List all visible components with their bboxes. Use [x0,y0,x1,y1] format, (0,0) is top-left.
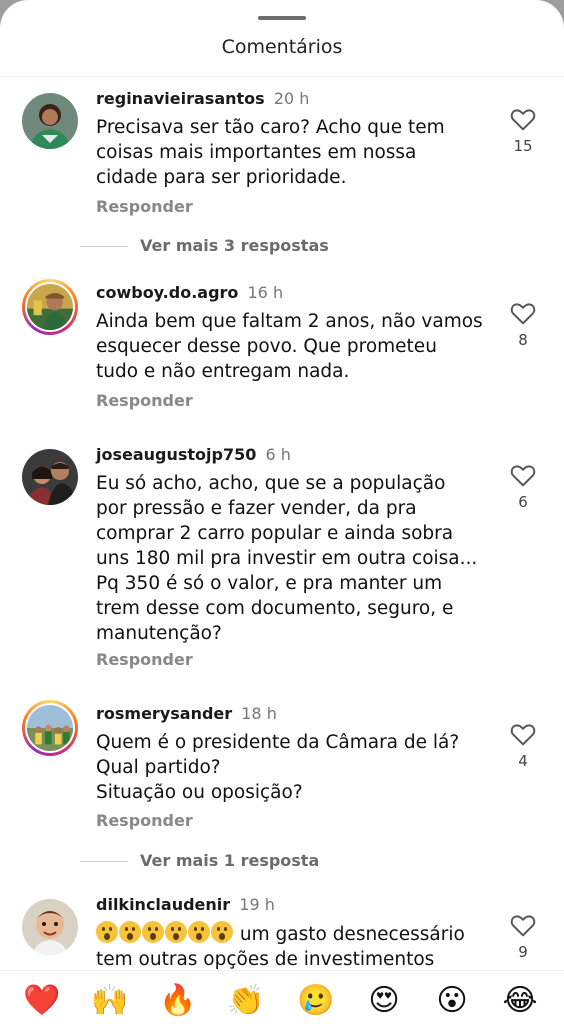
comment-text: Ainda bem que faltam 2 anos, não vamos e… [96,309,486,384]
username[interactable]: reginavieirasantos [96,89,265,108]
comment-header: cowboy.do.agro 16 h [96,283,283,302]
comment-header: reginavieirasantos 20 h [96,89,309,108]
comment-header: joseaugustojp750 6 h [96,445,291,464]
heart-icon[interactable] [510,463,536,487]
comment-header: rosmerysander 18 h [96,704,277,723]
like-group: 8 [508,301,538,349]
heart-icon[interactable] [510,301,536,325]
comment-line: trem desse com documento, seguro, e [96,598,454,619]
reaction-bar: ❤️ 🙌 🔥 👏 🥲 😍 😮 😂 [0,970,564,1024]
comment-line: Situação ou oposição? [96,782,303,803]
comment-text: Eu só acho, acho, que se a população por… [96,471,486,646]
comment-line: manutenção? [96,623,222,644]
like-group: 6 [508,463,538,511]
timestamp: 19 h [239,895,275,914]
reply-button[interactable]: Responder [96,811,193,830]
like-count: 8 [518,331,528,349]
crying-face-emoji[interactable]: 🥲 [297,982,335,1020]
comment-line: Eu só acho, acho, que se a população [96,473,446,494]
comment-line: tem outras opções de investimentos [96,949,435,970]
reply-button[interactable]: Responder [96,650,193,669]
timestamp: 6 h [265,445,291,464]
timestamp: 18 h [241,704,277,723]
avatar[interactable] [22,899,78,955]
avatar[interactable] [22,449,78,505]
face-with-open-mouth-icon [188,921,210,943]
username[interactable]: joseaugustojp750 [96,445,256,464]
face-with-open-mouth-emoji [96,921,234,945]
view-more-replies[interactable]: Ver mais 1 resposta [80,851,319,871]
comments-list[interactable]: reginavieirasantos 20 h Precisava ser tã… [0,77,564,970]
comment-line: cidade para ser prioridade. [96,167,347,188]
face-with-open-mouth-icon [211,921,233,943]
like-count: 4 [518,752,528,770]
red-heart-emoji[interactable]: ❤️ [23,982,61,1020]
tears-of-joy-emoji[interactable]: 😂 [501,982,539,1020]
comment-line: por pressão e fazer vender, da pra [96,498,417,519]
like-count: 15 [513,137,533,155]
comment-line: Ainda bem que faltam 2 anos, não vamos [96,311,483,332]
face-with-open-mouth-icon [96,921,118,943]
like-count: 6 [518,493,528,511]
like-count: 9 [518,943,528,961]
face-with-open-mouth-icon [119,921,141,943]
username[interactable]: cowboy.do.agro [96,283,238,302]
comment-line-text: um gasto desnecessário [239,924,465,945]
avatar[interactable] [22,279,78,335]
comment-line: Qual partido? [96,757,221,778]
view-more-replies-label: Ver mais 3 respostas [140,236,329,255]
comment-text: Quem é o presidente da Câmara de lá? Qua… [96,730,486,805]
view-more-replies[interactable]: Ver mais 3 respostas [80,236,329,256]
drag-handle[interactable] [258,16,306,20]
heart-icon[interactable] [510,913,536,937]
face-with-open-mouth-icon [142,921,164,943]
comment-line: esquecer desse povo. Que prometeu [96,336,437,357]
page-title: Comentários [221,36,343,58]
face-with-open-mouth-icon [165,921,187,943]
heart-icon[interactable] [510,722,536,746]
clapping-hands-emoji[interactable]: 👏 [227,982,265,1020]
reply-button[interactable]: Responder [96,391,193,410]
username[interactable]: dilkinclaudenir [96,895,230,914]
comment-line: Precisava ser tão caro? Acho que tem [96,117,445,138]
comment-line: Quem é o presidente da Câmara de lá? [96,732,460,753]
heart-eyes-emoji[interactable]: 😍 [365,982,403,1020]
raising-hands-emoji[interactable]: 🙌 [91,982,129,1020]
comment-line: Pq 350 é só o valor, e pra manter um [96,573,443,594]
avatar[interactable] [22,93,78,149]
comment-line: tudo e não entregam nada. [96,361,350,382]
fire-emoji[interactable]: 🔥 [159,982,197,1020]
timestamp: 16 h [247,283,284,302]
timestamp: 20 h [273,89,310,108]
reply-button[interactable]: Responder [96,197,193,216]
comment-header: dilkinclaudenir 19 h [96,895,275,914]
view-more-replies-label: Ver mais 1 resposta [140,851,320,870]
avatar[interactable] [22,700,78,756]
heart-icon[interactable] [510,107,536,131]
comment-line: uns 180 mil pra investir em outra coisa.… [96,548,478,569]
comments-sheet: Comentários reginavieirasantos 20 h Prec… [0,0,564,1024]
like-group: 9 [508,913,538,961]
like-group: 4 [508,722,538,770]
comment-line: um gasto desnecessário [96,921,486,947]
comment-line: coisas mais importantes em nossa [96,142,417,163]
username[interactable]: rosmerysander [96,704,232,723]
open-mouth-emoji[interactable]: 😮 [433,982,471,1020]
comment-line: comprar 2 carro popular e ainda sobra [96,523,454,544]
comment-text: Precisava ser tão caro? Acho que tem coi… [96,115,486,190]
comment-text: um gasto desnecessário tem outras opções… [96,921,486,970]
like-group: 15 [508,107,538,155]
